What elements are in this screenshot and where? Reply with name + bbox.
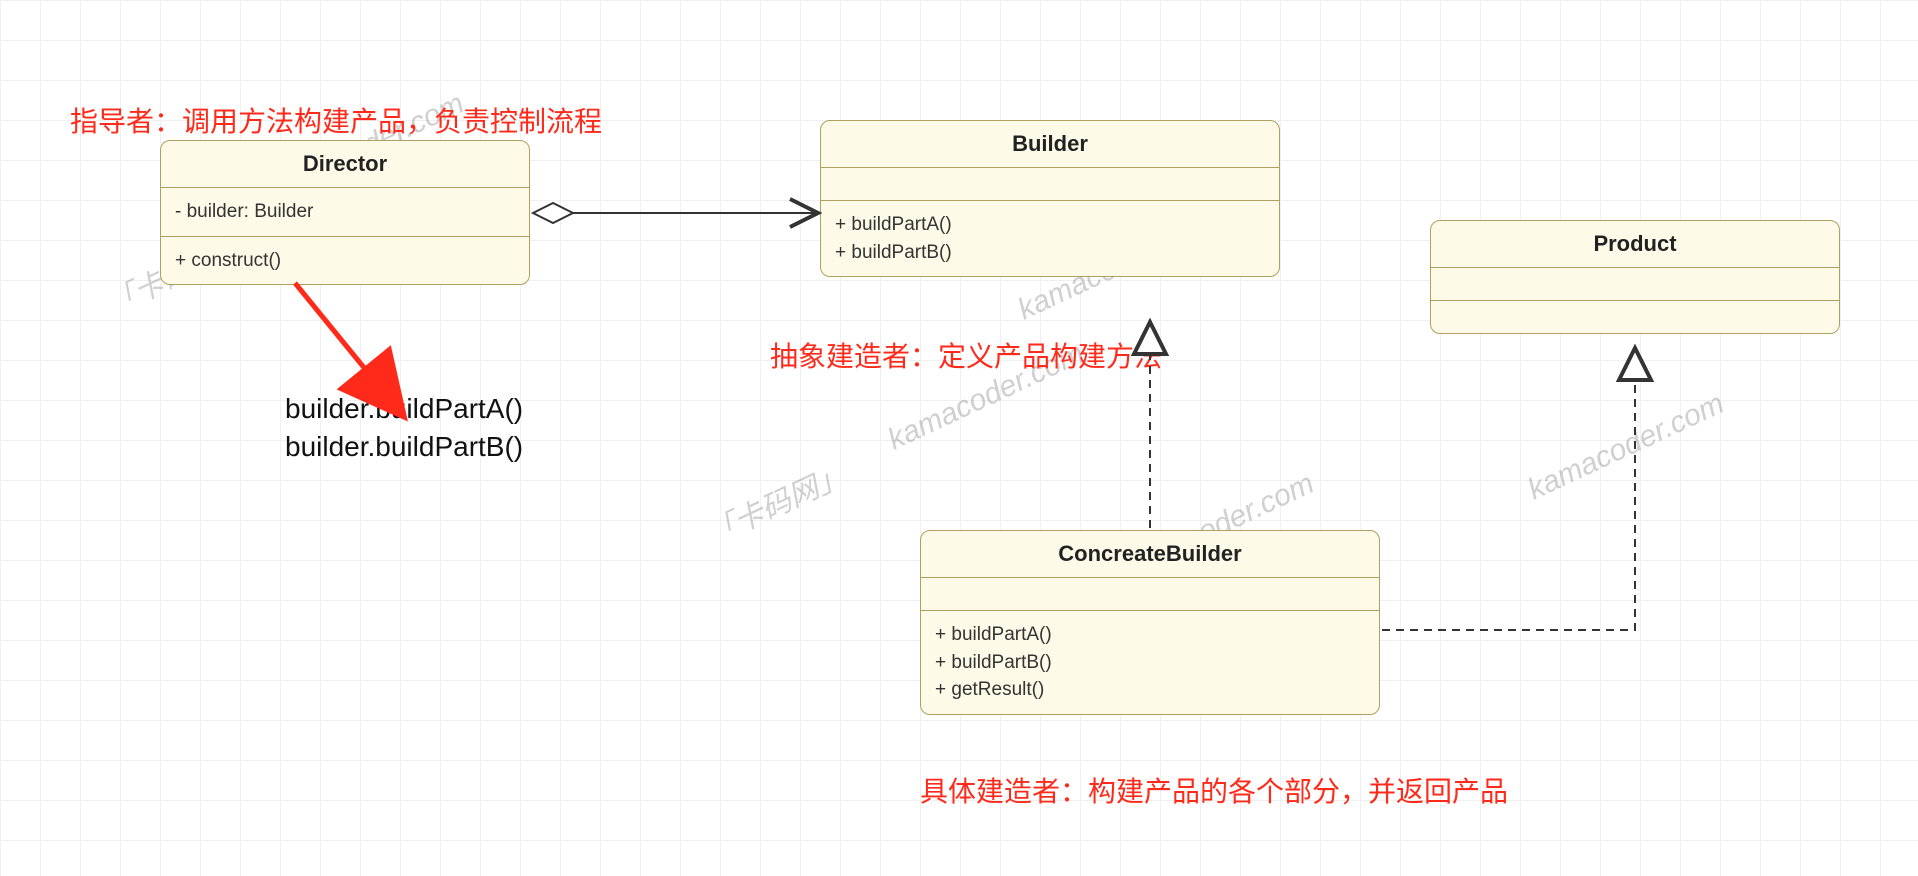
dependency-concrete-product bbox=[1382, 348, 1635, 630]
red-pointer-arrow bbox=[295, 283, 370, 375]
aggregation-diamond bbox=[533, 203, 573, 223]
connectors bbox=[0, 0, 1918, 876]
